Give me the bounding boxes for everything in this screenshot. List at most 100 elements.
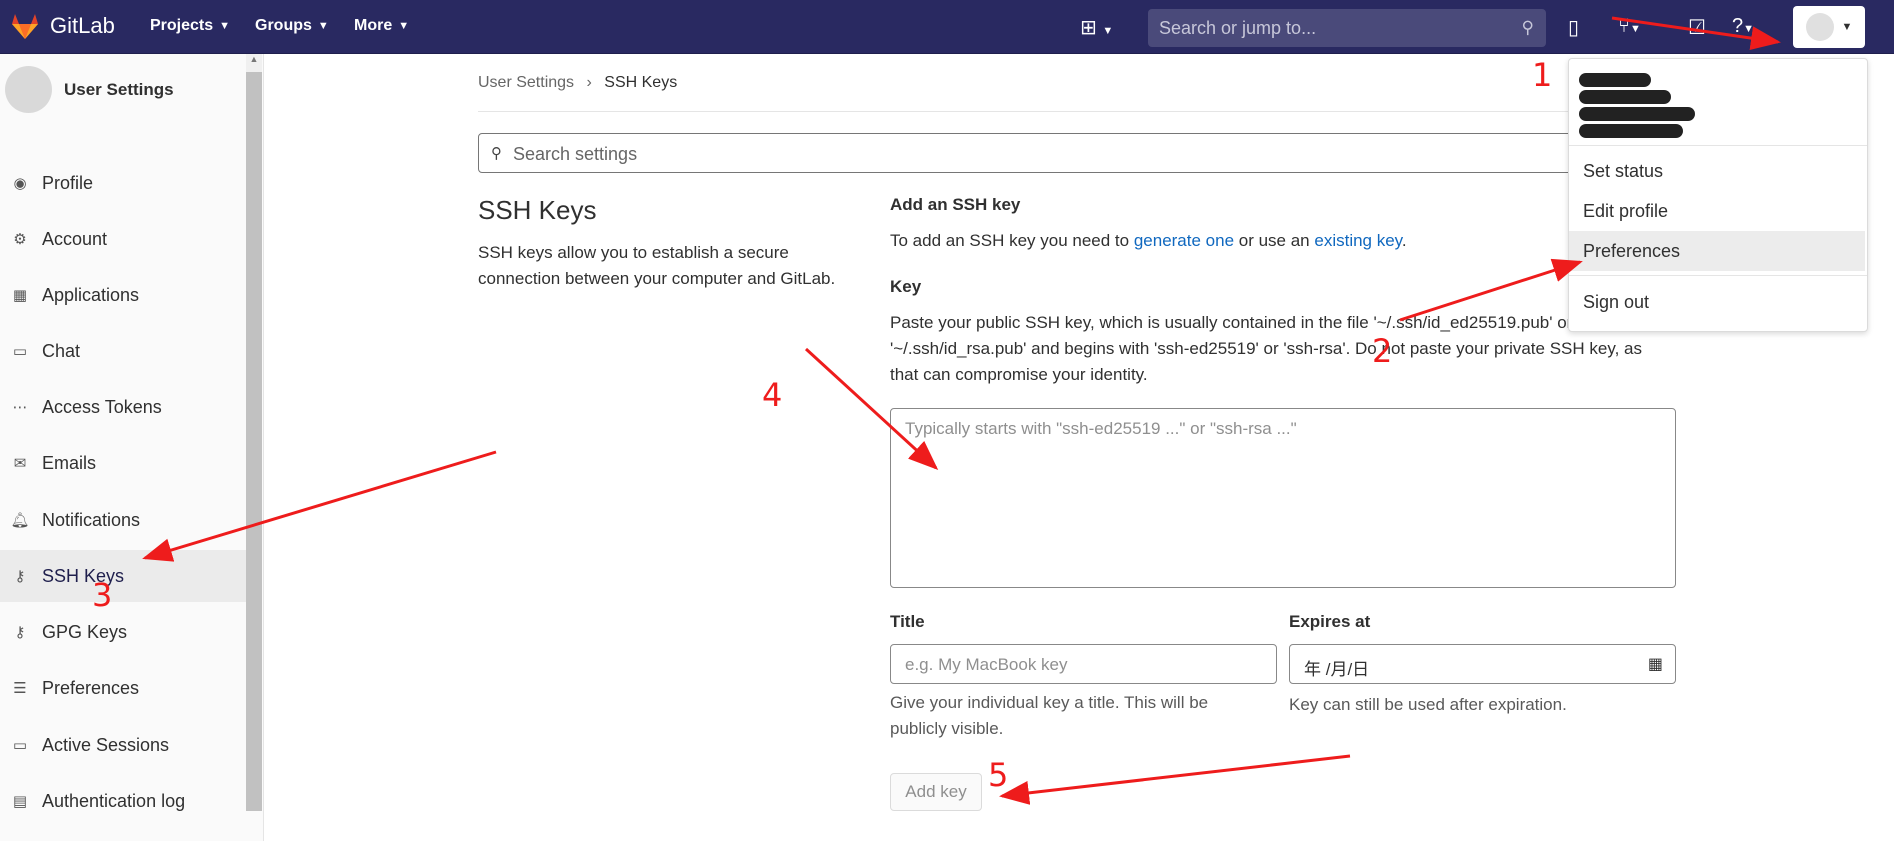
menu-item-set-status[interactable]: Set status bbox=[1569, 151, 1865, 191]
global-search-input[interactable]: Search or jump to... ⚲ bbox=[1148, 9, 1546, 47]
intro-text: or use an bbox=[1234, 231, 1315, 250]
gitlab-logo[interactable]: GitLab bbox=[10, 12, 115, 40]
sidebar-item-ssh-keys[interactable]: ⚷ SSH Keys bbox=[0, 550, 246, 602]
nav-groups[interactable]: Groups ▼ bbox=[255, 17, 329, 35]
breadcrumb-separator: › bbox=[586, 74, 592, 91]
redacted-username bbox=[1579, 73, 1695, 141]
avatar bbox=[5, 66, 52, 113]
sidebar-item-account[interactable]: ⚙ Account bbox=[0, 213, 246, 265]
sidebar-item-label: Authentication log bbox=[42, 790, 186, 811]
nav-groups-label: Groups bbox=[255, 17, 312, 34]
log-icon: ▤ bbox=[12, 793, 28, 810]
bell-icon: 🔔︎ bbox=[10, 512, 30, 529]
chevron-down-icon: ▼ bbox=[219, 20, 231, 32]
expires-date-input[interactable]: 年 /月/日 ▦ bbox=[1289, 644, 1676, 684]
generate-one-link[interactable]: generate one bbox=[1134, 231, 1234, 250]
top-navbar: GitLab Projects ▼ Groups ▼ More ▼ ⊞ ▼ Searc… bbox=[0, 0, 1894, 54]
annotation-1: 1 bbox=[1532, 56, 1553, 94]
key-placeholder: Typically starts with "ssh-ed25519 ..." … bbox=[905, 419, 1297, 438]
brand-name: GitLab bbox=[50, 13, 115, 38]
sidebar-item-label: Chat bbox=[42, 340, 81, 361]
sidebar-item-applications[interactable]: ▦ Applications bbox=[0, 269, 246, 321]
form-intro: To add an SSH key you need to generate o… bbox=[890, 228, 1407, 254]
sidebar-item-profile[interactable]: ◉ Profile bbox=[0, 157, 246, 209]
key-icon: ⚷ bbox=[14, 568, 26, 585]
key-label: Key bbox=[890, 277, 922, 296]
nav-projects-label: Projects bbox=[150, 17, 214, 34]
settings-sidebar: User Settings ◉ Profile ⚙ Account ▦ Applica… bbox=[0, 54, 264, 841]
profile-icon: ◉ bbox=[13, 175, 27, 192]
key-icon: ⚷ bbox=[14, 624, 26, 641]
calendar-icon[interactable]: ▦ bbox=[1648, 654, 1663, 674]
divider bbox=[1569, 275, 1867, 276]
plus-square-icon[interactable]: ⊞ ▼ bbox=[1080, 15, 1113, 40]
divider bbox=[1569, 145, 1867, 146]
menu-item-sign-out[interactable]: Sign out bbox=[1569, 282, 1865, 322]
expires-help: Key can still be used after expiration. bbox=[1289, 695, 1567, 714]
annotation-3: 3 bbox=[92, 576, 113, 614]
sidebar-scrollbar[interactable]: ▲ bbox=[246, 54, 262, 811]
merge-request-icon[interactable]: ⑂▼ bbox=[1618, 15, 1641, 38]
search-icon: ⚲ bbox=[491, 145, 502, 162]
title-help: Give your individual key a title. This w… bbox=[890, 693, 1209, 738]
search-placeholder: Search or jump to... bbox=[1159, 18, 1317, 38]
chevron-down-icon: ▼ bbox=[398, 20, 410, 32]
sidebar-item-authentication-log[interactable]: ▤ Authentication log bbox=[0, 775, 246, 827]
expires-value: 年 /月/日 bbox=[1304, 660, 1370, 679]
intro-text: . bbox=[1401, 231, 1407, 250]
add-key-button[interactable]: Add key bbox=[890, 773, 982, 811]
title-placeholder: e.g. My MacBook key bbox=[905, 655, 1068, 674]
sidebar-item-access-tokens[interactable]: ⋯ Access Tokens bbox=[0, 381, 246, 433]
chevron-down-icon: ▼ bbox=[317, 20, 329, 32]
nav-projects[interactable]: Projects ▼ bbox=[150, 17, 230, 35]
chevron-down-icon: ▼ bbox=[1841, 21, 1853, 33]
sidebar-item-active-sessions[interactable]: ▭ Active Sessions bbox=[0, 719, 246, 771]
applications-icon: ▦ bbox=[12, 287, 28, 304]
sidebar-item-label: Access Tokens bbox=[42, 396, 162, 417]
mail-icon: ✉ bbox=[13, 455, 27, 472]
chat-icon: ▭ bbox=[12, 343, 28, 360]
sidebar-item-label: GPG Keys bbox=[42, 621, 128, 642]
menu-item-preferences[interactable]: Preferences bbox=[1569, 231, 1865, 271]
nav-more[interactable]: More ▼ bbox=[354, 17, 409, 35]
issues-icon[interactable]: ▯ bbox=[1568, 15, 1579, 40]
section-title: SSH Keys bbox=[478, 195, 597, 225]
form-heading: Add an SSH key bbox=[890, 195, 1021, 214]
section-description: SSH keys allow you to establish a secure… bbox=[478, 243, 836, 288]
annotation-5: 5 bbox=[988, 756, 1009, 794]
todo-icon[interactable]: ☑ bbox=[1688, 15, 1706, 40]
expires-label: Expires at bbox=[1289, 612, 1371, 631]
scroll-up-icon[interactable]: ▲ bbox=[246, 54, 262, 72]
sidebar-item-label: Active Sessions bbox=[42, 734, 170, 755]
intro-text: To add an SSH key you need to bbox=[890, 231, 1134, 250]
sidebar-item-gpg-keys[interactable]: ⚷ GPG Keys bbox=[0, 606, 246, 658]
sidebar-item-emails[interactable]: ✉ Emails bbox=[0, 437, 246, 489]
avatar-icon bbox=[1805, 13, 1834, 41]
sidebar-header[interactable]: User Settings bbox=[5, 66, 174, 113]
sidebar-item-label: Preferences bbox=[42, 677, 140, 698]
token-icon: ⋯ bbox=[12, 399, 28, 416]
sidebar-item-preferences[interactable]: ☰ Preferences bbox=[0, 662, 246, 714]
settings-search-placeholder: Search settings bbox=[513, 144, 638, 164]
sidebar-item-label: Emails bbox=[42, 452, 97, 473]
sidebar-title: User Settings bbox=[64, 79, 174, 99]
help-icon[interactable]: ?▼ bbox=[1732, 15, 1754, 38]
sidebar-item-chat[interactable]: ▭ Chat bbox=[0, 325, 246, 377]
sidebar-item-notifications[interactable]: 🔔︎ Notifications bbox=[0, 494, 246, 546]
existing-key-link[interactable]: existing key bbox=[1314, 231, 1402, 250]
breadcrumb-parent[interactable]: User Settings bbox=[478, 74, 574, 91]
menu-item-edit-profile[interactable]: Edit profile bbox=[1569, 191, 1865, 231]
divider bbox=[478, 111, 1668, 112]
user-menu-button[interactable]: ▼ bbox=[1793, 6, 1865, 48]
sidebar-item-label: Notifications bbox=[42, 509, 141, 530]
settings-search-input[interactable]: ⚲ Search settings bbox=[478, 133, 1668, 173]
ssh-key-textarea[interactable]: Typically starts with "ssh-ed25519 ..." … bbox=[890, 408, 1676, 588]
breadcrumb-current[interactable]: SSH Keys bbox=[604, 74, 677, 91]
search-icon: ⚲ bbox=[1521, 18, 1534, 37]
annotation-4: 4 bbox=[762, 376, 783, 414]
breadcrumb: User Settings › SSH Keys bbox=[478, 74, 677, 92]
annotation-2: 2 bbox=[1372, 332, 1393, 370]
title-label: Title bbox=[890, 612, 925, 631]
sidebar-item-label: Applications bbox=[42, 284, 140, 305]
title-input[interactable]: e.g. My MacBook key bbox=[890, 644, 1277, 684]
